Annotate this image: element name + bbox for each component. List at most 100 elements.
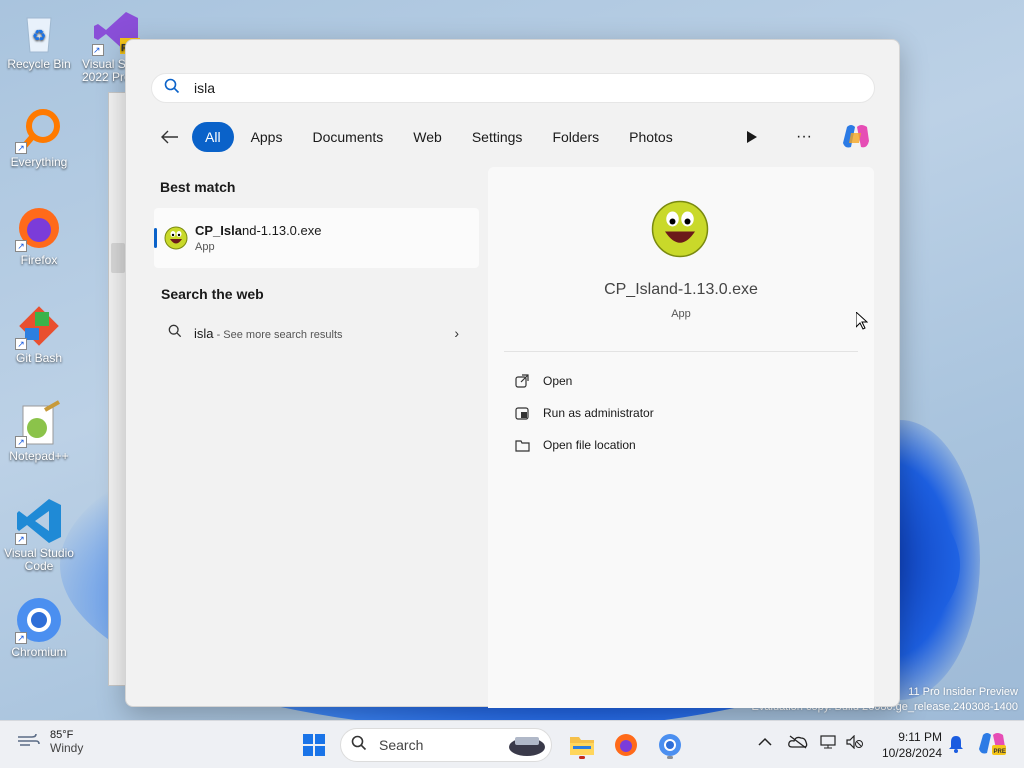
run-as-admin-label: Run as administrator <box>543 406 654 420</box>
desktop-icon-label: Firefox <box>20 253 58 267</box>
open-action[interactable]: Open <box>514 370 572 392</box>
wind-icon <box>16 732 40 753</box>
weather-temp: 85°F <box>50 729 74 741</box>
web-query: isla - See more search results <box>194 325 343 341</box>
watermark-line1: 11 Pro Insider Preview <box>908 686 1018 698</box>
notification-bell-icon[interactable] <box>948 735 964 756</box>
taskbar: 85°F Windy Search 9:11 PM 10/28/2024 PRE <box>0 720 1024 768</box>
notepad-plus-plus-icon: ↗ <box>15 400 63 448</box>
desktop-icon-label: Notepad++ <box>9 449 69 463</box>
vscode-icon: ↗ <box>15 497 63 545</box>
git-bash-icon: ↗ <box>15 302 63 350</box>
svg-text:♻: ♻ <box>32 28 46 45</box>
network-icon[interactable] <box>820 735 838 752</box>
firefox-icon: ↗ <box>15 204 63 252</box>
clock-date: 10/28/2024 <box>881 746 942 760</box>
everything-search-icon: ↗ <box>15 106 63 154</box>
mouse-cursor-icon <box>855 310 869 335</box>
windows-logo-icon <box>303 734 325 756</box>
back-arrow-icon[interactable] <box>156 123 184 151</box>
open-file-location-label: Open file location <box>543 438 636 452</box>
shortcut-arrow-icon: ↗ <box>92 44 104 56</box>
copilot-preview-icon[interactable]: PRE <box>978 731 1006 760</box>
chromium-icon <box>659 734 681 756</box>
show-hidden-icons-chevron-icon[interactable] <box>758 735 772 750</box>
file-explorer-icon <box>570 737 594 755</box>
web-search-result[interactable]: isla - See more search results › <box>154 318 479 348</box>
filter-folders[interactable]: Folders <box>539 122 612 152</box>
search-input[interactable] <box>194 80 794 96</box>
weather-widget[interactable]: 85°F Windy <box>16 729 83 755</box>
recycle-bin-icon: ♻ <box>15 8 63 56</box>
onedrive-icon[interactable] <box>788 735 808 752</box>
best-match-heading: Best match <box>160 179 236 195</box>
desktop-icon-everything[interactable]: ↗ Everything <box>1 106 77 169</box>
search-highlight-icon <box>507 732 547 763</box>
cp-island-app-icon <box>164 226 188 250</box>
cp-island-large-icon <box>650 199 710 259</box>
chromium-icon: ↗ <box>15 596 63 644</box>
filter-tools: ··· <box>715 122 871 152</box>
desktop-icon-vscode[interactable]: ↗ Visual Studio Code <box>1 497 77 573</box>
desktop-icon-recycle-bin[interactable]: ♻ Recycle Bin <box>1 8 77 71</box>
open-file-location-action[interactable]: Open file location <box>514 434 636 456</box>
shortcut-arrow-icon: ↗ <box>15 632 27 644</box>
result-detail-pane: CP_Island-1.13.0.exe App Open Run as adm… <box>488 167 874 708</box>
running-indicator <box>667 756 673 759</box>
taskbar-search[interactable]: Search <box>340 728 552 762</box>
shortcut-arrow-icon: ↗ <box>15 533 27 545</box>
detail-divider <box>504 351 858 352</box>
filter-web[interactable]: Web <box>400 122 455 152</box>
shortcut-arrow-icon: ↗ <box>15 142 27 154</box>
volume-muted-icon[interactable] <box>846 734 864 752</box>
system-clock[interactable]: 9:11 PM 10/28/2024 <box>876 729 942 761</box>
shield-admin-icon <box>514 405 530 421</box>
search-icon <box>351 735 367 756</box>
open-external-icon <box>514 373 530 389</box>
play-more-filters-icon[interactable] <box>737 122 767 152</box>
copilot-icon[interactable] <box>841 122 871 152</box>
more-options-icon[interactable]: ··· <box>789 122 819 152</box>
desktop-icon-label: Everything <box>10 155 68 169</box>
run-as-admin-action[interactable]: Run as administrator <box>514 402 654 424</box>
results-list: Best match CP_Island-1.13.0.exe App Sear… <box>154 168 479 348</box>
desktop-icon-firefox[interactable]: ↗ Firefox <box>1 204 77 267</box>
best-match-type: App <box>195 241 215 253</box>
search-box[interactable] <box>151 73 875 103</box>
chevron-right-icon[interactable]: › <box>454 325 459 341</box>
folder-icon <box>514 437 530 453</box>
shortcut-arrow-icon: ↗ <box>15 436 27 448</box>
start-search-panel: All Apps Documents Web Settings Folders … <box>125 39 900 708</box>
desktop-icon-notepad-plus-plus[interactable]: ↗ Notepad++ <box>1 400 77 463</box>
filter-settings[interactable]: Settings <box>459 122 536 152</box>
file-explorer-taskbar[interactable] <box>566 729 598 761</box>
taskbar-search-label: Search <box>379 737 424 753</box>
filter-apps[interactable]: Apps <box>238 122 296 152</box>
running-indicator <box>579 756 585 759</box>
shortcut-arrow-icon: ↗ <box>15 240 27 252</box>
svg-text:PRE: PRE <box>994 749 1006 755</box>
firefox-icon <box>615 734 637 756</box>
chromium-taskbar[interactable] <box>654 729 686 761</box>
detail-app-name: CP_Island-1.13.0.exe <box>604 281 758 298</box>
desktop-icon-label: Git Bash <box>15 351 63 365</box>
desktop-icon-label: Recycle Bin <box>7 57 71 71</box>
desktop-icon-label: Chromium <box>11 645 67 659</box>
best-match-result[interactable]: CP_Island-1.13.0.exe App <box>154 208 479 268</box>
filter-documents[interactable]: Documents <box>299 122 396 152</box>
weather-condition: Windy <box>50 741 84 755</box>
detail-app-type: App <box>671 308 691 320</box>
desktop-icon-chromium[interactable]: ↗ Chromium <box>1 596 77 659</box>
firefox-taskbar[interactable] <box>610 729 642 761</box>
shortcut-arrow-icon: ↗ <box>15 338 27 350</box>
desktop-icon-git-bash[interactable]: ↗ Git Bash <box>1 302 77 365</box>
best-match-name: CP_Island-1.13.0.exe <box>195 223 322 238</box>
open-action-label: Open <box>543 374 573 388</box>
start-button[interactable] <box>298 729 330 761</box>
search-filter-bar: All Apps Documents Web Settings Folders … <box>156 122 690 152</box>
search-web-heading: Search the web <box>161 286 264 302</box>
clock-time: 9:11 PM <box>898 730 942 744</box>
filter-photos[interactable]: Photos <box>616 122 686 152</box>
filter-all[interactable]: All <box>192 122 234 152</box>
search-icon <box>168 324 182 343</box>
